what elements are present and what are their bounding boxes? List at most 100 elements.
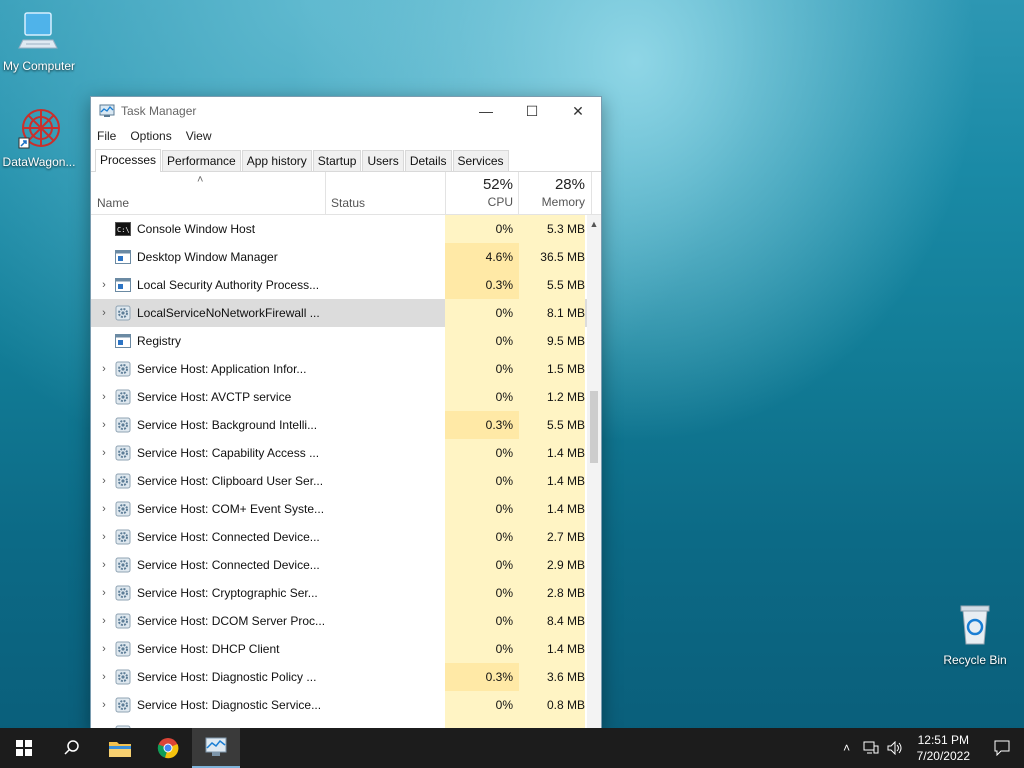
expand-chevron-icon[interactable]: › [93,671,115,683]
expand-chevron-icon[interactable]: › [93,279,115,291]
desktop-icon-my-computer[interactable]: My Computer [0,10,81,73]
column-divider[interactable] [325,172,326,214]
taskbar: ˄ 12:51 PM 7/20/2022 [0,728,1024,768]
close-button[interactable]: ✕ [555,97,601,125]
tab-startup[interactable]: Startup [312,150,362,171]
column-memory[interactable]: 28% Memory [519,172,585,214]
window-icon [115,249,131,265]
expand-chevron-icon[interactable]: › [93,699,115,711]
scrollbar-thumb[interactable] [590,391,598,463]
action-center-icon[interactable] [980,740,1024,756]
cpu-total-percent: 52% [482,176,513,193]
expand-chevron-icon[interactable]: › [93,587,115,599]
process-row[interactable]: Registry 0% 9.5 MB [91,327,601,355]
expand-chevron-icon[interactable]: › [93,643,115,655]
menu-view[interactable]: View [186,129,212,143]
vertical-scrollbar[interactable]: ▲ [587,215,601,729]
process-row[interactable]: › Service Host: DCOM Server Proc... 0% 8.4 … [91,607,601,635]
process-memory: 0.8 MB [519,691,585,719]
column-header: ˄ Name Status 52% CPU 28% Memory [91,172,601,215]
process-name: Service Host: Capability Access ... [137,446,320,460]
process-memory: 2.8 MB [519,579,585,607]
process-row[interactable]: › Service Host: COM+ Event Syste... 0% 1.4 … [91,495,601,523]
menu-file[interactable]: File [97,129,116,143]
expand-chevron-icon[interactable]: › [93,363,115,375]
desktop-icon-label: DataWagon... [2,155,76,169]
column-name[interactable]: Name [97,196,129,210]
tab-services[interactable]: Services [452,150,509,171]
expand-chevron-icon[interactable]: › [93,503,115,515]
column-status[interactable]: Status [331,196,365,210]
process-row[interactable]: › Service Host: Connected Device... 0% 2.7 … [91,523,601,551]
process-memory: 1.4 MB [519,467,585,495]
tab-performance[interactable]: Performance [162,150,241,171]
process-row[interactable]: › Service Host: Application Infor... 0% 1.5… [91,355,601,383]
taskbar-task-manager[interactable] [192,728,240,768]
process-memory: 5.5 MB [519,411,585,439]
process-row[interactable]: › Service Host: Clipboard User Ser... 0% 1.… [91,467,601,495]
maximize-button[interactable]: ☐ [509,97,555,125]
chevron-up-icon[interactable]: ˄ [835,741,859,755]
process-row[interactable]: › Service Host: Capability Access ... 0% 1.… [91,439,601,467]
process-row[interactable]: › Service Host: Connected Device... 0% 2.9 … [91,551,601,579]
expand-chevron-icon[interactable]: › [93,447,115,459]
start-button[interactable] [0,728,48,768]
gear-icon [115,585,131,601]
tab-processes[interactable]: Processes [95,149,162,172]
process-row[interactable]: › Service Host: Background Intelli... 0.3%… [91,411,601,439]
process-row[interactable]: › LocalServiceNoNetworkFirewall ... 0% 8.1 … [91,299,601,327]
process-row[interactable]: C:\ Console Window Host 0% 5.3 MB [91,215,601,243]
search-icon [64,740,79,755]
expand-chevron-icon[interactable]: › [93,531,115,543]
expand-chevron-icon[interactable]: › [93,615,115,627]
gear-icon [115,613,131,629]
expand-chevron-icon[interactable]: › [93,475,115,487]
datawagon-logo-icon [18,109,60,149]
process-name: Service Host: AVCTP service [137,390,292,404]
tab-details[interactable]: Details [404,150,452,171]
taskbar-chrome[interactable] [144,728,192,768]
scroll-up-icon[interactable]: ▲ [587,219,601,229]
process-cpu: 0.3% [445,663,519,691]
process-row[interactable]: Desktop Window Manager 4.6% 36.5 MB [91,243,601,271]
process-cpu: 0% [445,635,519,663]
process-cpu: 0% [445,327,519,355]
process-cpu: 4.6% [445,243,519,271]
process-row[interactable]: › Service Host: AVCTP service 0% 1.2 MB [91,383,601,411]
menu-options[interactable]: Options [130,129,171,143]
process-cpu: 0.3% [445,271,519,299]
process-row[interactable]: › Service Host: Cryptographic Ser... 0% 2.8… [91,579,601,607]
expand-chevron-icon[interactable]: › [93,559,115,571]
process-row[interactable]: › Service Host: Diagnostic Policy ... 0.3%… [91,663,601,691]
process-cpu: 0% [445,299,519,327]
tab-app-history[interactable]: App history [241,150,312,171]
taskbar-file-explorer[interactable] [96,728,144,768]
process-memory: 3.6 MB [519,663,585,691]
clock[interactable]: 12:51 PM 7/20/2022 [917,732,970,764]
task-manager-window: Task Manager — ☐ ✕ File Options View Pro… [90,96,602,730]
column-cpu[interactable]: 52% CPU [445,172,513,214]
expand-chevron-icon[interactable]: › [93,391,115,403]
process-memory: 8.1 MB [519,299,585,327]
process-row[interactable]: › Service Host: DHCP Client 0% 1.4 MB [91,635,601,663]
expand-chevron-icon[interactable]: › [93,307,115,319]
volume-icon[interactable] [883,741,907,755]
column-divider[interactable] [591,172,592,214]
desktop-icon-recycle-bin[interactable]: Recycle Bin [933,602,1017,667]
process-row[interactable]: › Service Host: Diagnostic Service... 0% 0.… [91,691,601,719]
tab-users[interactable]: Users [362,150,404,171]
gear-icon [115,473,131,489]
title-bar[interactable]: Task Manager — ☐ ✕ [91,97,601,125]
search-button[interactable] [48,728,96,768]
process-memory: 1.4 MB [519,439,585,467]
minimize-button[interactable]: — [463,97,509,125]
expand-chevron-icon[interactable]: › [93,419,115,431]
window-icon [115,333,131,349]
desktop-icon-datawagon[interactable]: DataWagon... [0,106,81,169]
network-icon[interactable] [859,741,883,755]
process-cpu: 0% [445,523,519,551]
process-memory: 36.5 MB [519,243,585,271]
process-row[interactable]: › Local Security Authority Process... 0.3%… [91,271,601,299]
process-name: Service Host: DHCP Client [137,642,280,656]
process-name: Service Host: Diagnostic Policy ... [137,670,317,684]
